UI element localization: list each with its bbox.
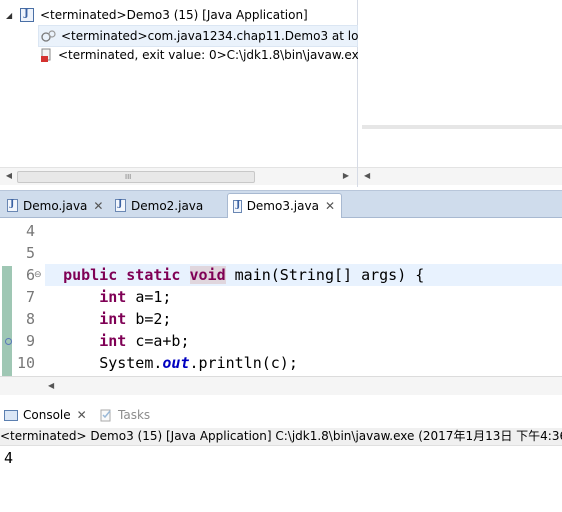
code-text: main(String[] args) { — [234, 266, 425, 284]
line-number: 9 — [25, 332, 35, 350]
tree-item-label: <terminated>Demo3 (15) [Java Application… — [40, 8, 308, 22]
debug-view: ◢ <terminated>Demo3 (15) [Java Applicati… — [0, 0, 372, 187]
line-number: 4 — [25, 222, 35, 240]
java-file-icon — [115, 199, 126, 212]
editor-tab-bar: Demo.java ✕ Demo2.java Demo3.java ✕ — [0, 190, 562, 218]
scroll-grip: III — [125, 173, 132, 181]
keyword: void — [189, 266, 226, 284]
scroll-left-icon[interactable]: ◀ — [3, 170, 15, 182]
code-text: System. — [99, 354, 163, 372]
keyword: static — [126, 266, 181, 284]
close-icon[interactable]: ✕ — [325, 199, 335, 213]
scroll-thumb[interactable]: III — [17, 171, 255, 183]
process-icon — [40, 48, 52, 62]
code-text: .println(c); — [189, 354, 298, 372]
code-text: a=1; — [135, 288, 172, 306]
code-editor[interactable]: 4 5 6 ⊖ 7 8 9 10 public static void main… — [0, 219, 562, 376]
scroll-left-icon[interactable]: ◀ — [364, 170, 370, 182]
variables-view: ◀ — [358, 0, 562, 187]
tab-console[interactable]: Console ✕ — [4, 405, 87, 425]
keyword: int — [99, 288, 127, 306]
code-line-10[interactable]: System.out.println(c); — [45, 352, 562, 374]
change-ruler — [0, 219, 13, 376]
tab-demo2-java[interactable]: Demo2.java — [110, 193, 209, 218]
code-line-8[interactable]: int b=2; — [45, 308, 562, 330]
tasks-icon — [99, 409, 113, 422]
editor-horizontal-scrollbar[interactable]: ◀ — [0, 376, 562, 395]
breakpoint-marker-icon[interactable] — [5, 338, 12, 345]
line-number: 10 — [16, 354, 35, 372]
close-icon[interactable]: ✕ — [93, 199, 103, 213]
tab-label: Tasks — [118, 408, 151, 422]
tab-tasks[interactable]: Tasks — [99, 405, 150, 425]
keyword: int — [99, 332, 127, 350]
tree-item-label: <terminated>com.java1234.chap11.Demo3 at… — [61, 29, 373, 43]
scroll-right-icon[interactable]: ▶ — [340, 170, 352, 182]
code-text: c=a+b; — [135, 332, 190, 350]
code-line-7[interactable]: int a=1; — [45, 286, 562, 308]
console-output[interactable]: 4 — [4, 449, 13, 467]
change-marker — [2, 266, 12, 376]
expand-arrow-icon[interactable]: ◢ — [6, 11, 16, 20]
line-number: 6 — [25, 266, 35, 284]
tab-demo-java[interactable]: Demo.java ✕ — [2, 193, 109, 218]
tree-item-vm[interactable]: <terminated>com.java1234.chap11.Demo3 at… — [38, 25, 372, 47]
tree-item-label: <terminated, exit value: 0>C:\jdk1.8\bin… — [58, 48, 366, 62]
tree-item-launch[interactable]: ◢ <terminated>Demo3 (15) [Java Applicati… — [6, 5, 308, 25]
java-app-icon — [20, 8, 34, 22]
line-number: 5 — [25, 244, 35, 262]
code-line-9[interactable]: int c=a+b; — [45, 330, 562, 352]
java-file-icon — [7, 199, 18, 212]
line-number-gutter: 4 5 6 ⊖ 7 8 9 10 — [5, 219, 45, 376]
vm-icon — [41, 29, 56, 43]
tab-label: Demo2.java — [131, 198, 204, 213]
variables-horizontal-scrollbar[interactable]: ◀ — [358, 167, 562, 185]
fold-collapse-icon[interactable]: ⊖ — [34, 264, 42, 286]
close-icon[interactable]: ✕ — [77, 408, 87, 422]
pane-divider — [362, 125, 562, 129]
keyword: public — [63, 266, 118, 284]
field-name: out — [162, 354, 190, 372]
console-icon — [4, 409, 18, 421]
debug-horizontal-scrollbar[interactable]: ◀ III ▶ — [0, 167, 357, 185]
code-line-6[interactable]: public static void main(String[] args) { — [45, 264, 562, 286]
code-text: b=2; — [135, 310, 172, 328]
scroll-left-icon[interactable]: ◀ — [48, 380, 54, 392]
tab-demo3-java[interactable]: Demo3.java ✕ — [227, 193, 342, 218]
tab-label: Demo3.java — [246, 199, 319, 213]
tree-item-process[interactable]: <terminated, exit value: 0>C:\jdk1.8\bin… — [40, 45, 366, 65]
line-number: 7 — [25, 288, 35, 306]
tab-label: Console — [23, 408, 71, 422]
keyword: int — [99, 310, 127, 328]
console-tab-bar: Console ✕ Tasks — [0, 402, 562, 426]
line-number: 8 — [25, 310, 35, 328]
java-file-icon — [233, 199, 242, 213]
tab-label: Demo.java — [23, 198, 88, 213]
console-process-description: <terminated> Demo3 (15) [Java Applicatio… — [0, 428, 562, 446]
